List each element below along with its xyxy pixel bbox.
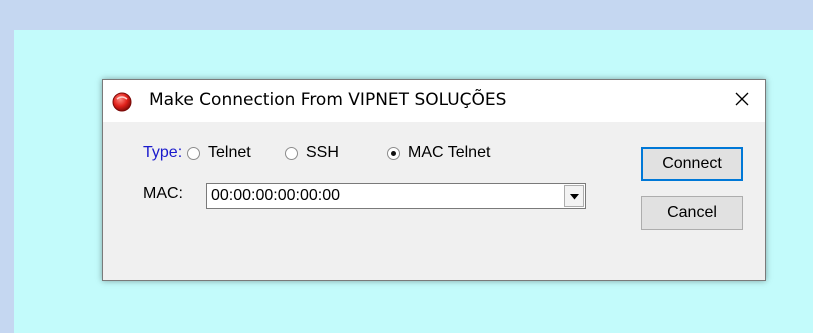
radio-button[interactable]: [285, 146, 298, 160]
cancel-button[interactable]: Cancel: [641, 196, 743, 230]
make-connection-dialog: Make Connection From VIPNET SOLUÇÕES Typ…: [102, 79, 766, 281]
mac-address-combobox[interactable]: 00:00:00:00:00:00: [206, 183, 586, 209]
chevron-down-icon: [569, 187, 579, 205]
dialog-title: Make Connection From VIPNET SOLUÇÕES: [149, 90, 507, 110]
mac-label: MAC:: [143, 185, 183, 202]
radio-label-telnet: Telnet: [208, 144, 251, 161]
radio-button[interactable]: [187, 146, 200, 160]
dialog-content: Type: Telnet SSH MAC Telnet MAC: 00:00:0…: [103, 122, 765, 280]
close-button[interactable]: [719, 80, 765, 122]
close-icon: [734, 91, 750, 112]
radio-button-selected[interactable]: [387, 146, 400, 160]
mac-address-value: 00:00:00:00:00:00: [211, 187, 341, 204]
app-icon: [112, 92, 132, 112]
radio-label-ssh: SSH: [306, 144, 339, 161]
radio-ssh[interactable]: SSH: [285, 144, 339, 162]
radio-telnet[interactable]: Telnet: [187, 144, 251, 162]
type-label: Type:: [143, 144, 183, 161]
dropdown-button[interactable]: [564, 185, 584, 207]
title-bar[interactable]: Make Connection From VIPNET SOLUÇÕES: [103, 80, 765, 122]
radio-mac-telnet[interactable]: MAC Telnet: [387, 144, 490, 162]
radio-label-mac-telnet: MAC Telnet: [408, 144, 491, 161]
connect-button[interactable]: Connect: [641, 147, 743, 181]
